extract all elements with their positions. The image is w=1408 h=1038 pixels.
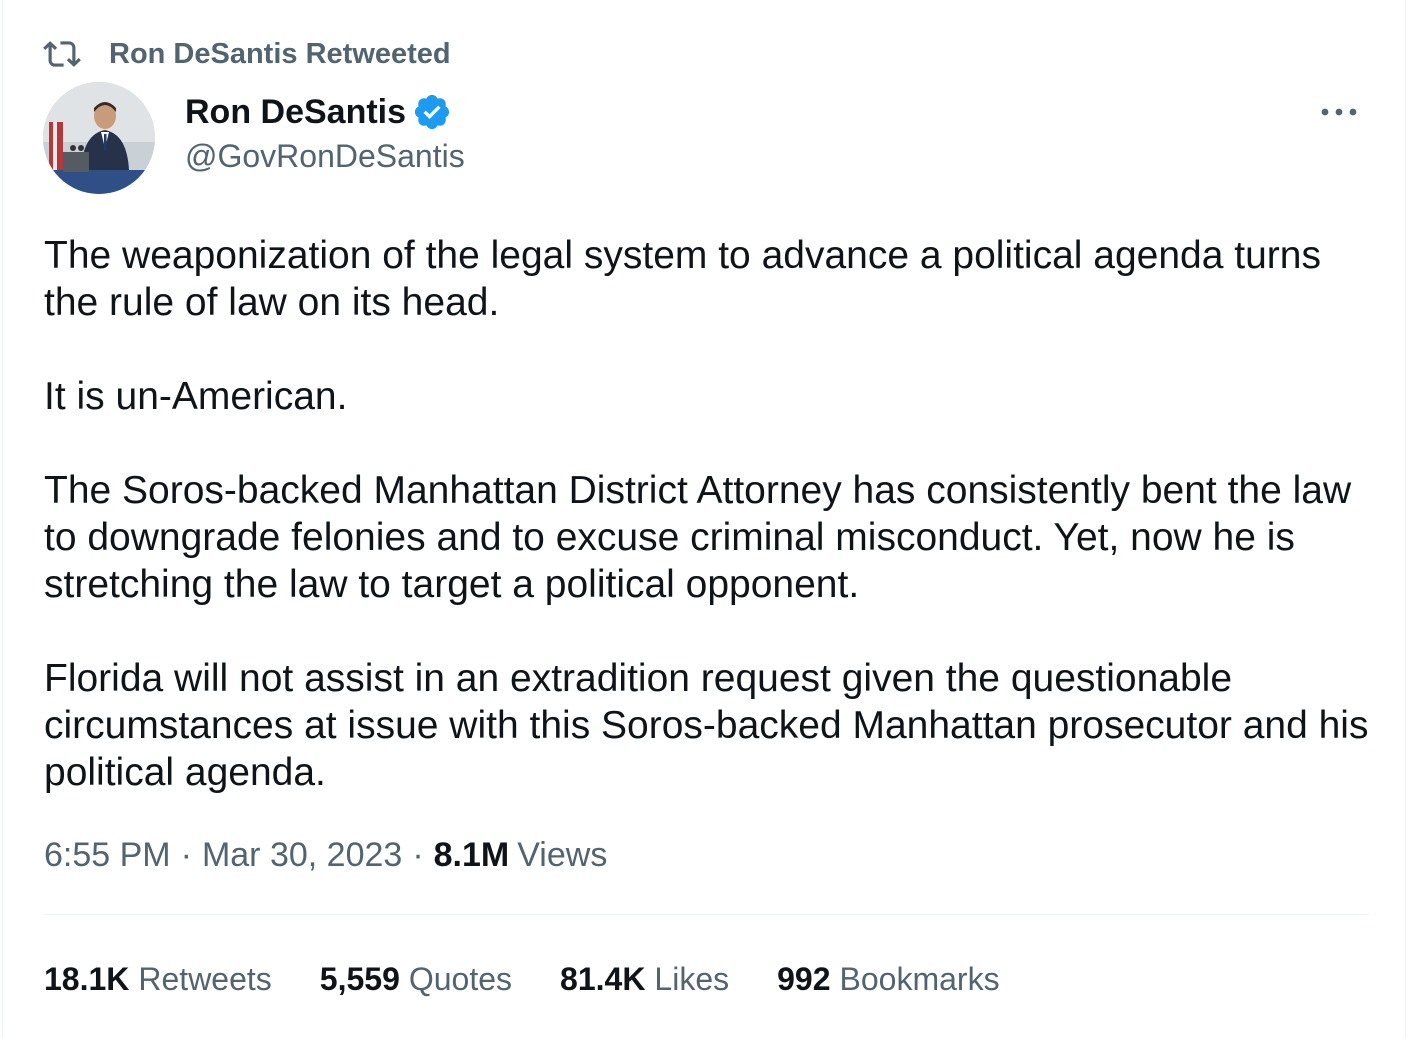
tweet-paragraph: The weaponization of the legal system to… bbox=[44, 234, 1321, 324]
retweets-label: Retweets bbox=[138, 960, 272, 997]
quotes-label: Quotes bbox=[408, 960, 513, 997]
separator-dot: · bbox=[180, 835, 192, 874]
tweet-paragraph: It is un-American. bbox=[44, 375, 348, 418]
likes-stat[interactable]: 81.4K Likes bbox=[560, 961, 729, 998]
tweet-paragraph: The Soros-backed Manhattan District Atto… bbox=[44, 469, 1352, 606]
tweet-paragraph: Florida will not assist in an extraditio… bbox=[44, 657, 1369, 794]
verified-badge-icon bbox=[414, 94, 450, 130]
likes-count: 81.4K bbox=[560, 960, 646, 997]
views-label: Views bbox=[517, 835, 608, 874]
avatar[interactable] bbox=[43, 82, 155, 194]
handle[interactable]: @GovRonDeSantis bbox=[185, 138, 465, 175]
retweets-stat[interactable]: 18.1K Retweets bbox=[44, 961, 272, 998]
likes-label: Likes bbox=[654, 960, 730, 997]
separator-dot: · bbox=[412, 835, 424, 874]
tweet-metadata: 6:55 PM · Mar 30, 2023 · 8.1M Views bbox=[44, 832, 607, 878]
views-count: 8.1M bbox=[433, 835, 510, 874]
divider bbox=[43, 914, 1369, 915]
bookmarks-stat[interactable]: 992 Bookmarks bbox=[777, 961, 999, 998]
more-icon bbox=[1321, 108, 1357, 116]
retweets-count: 18.1K bbox=[44, 960, 130, 997]
more-options-button[interactable] bbox=[1317, 94, 1361, 130]
quotes-count: 5,559 bbox=[319, 960, 400, 997]
bookmarks-count: 992 bbox=[777, 960, 831, 997]
social-context[interactable]: Ron DeSantis Retweeted bbox=[43, 34, 451, 74]
retweet-icon bbox=[43, 41, 81, 67]
tweet-time[interactable]: 6:55 PM bbox=[44, 836, 171, 875]
engagement-stats: 18.1K Retweets 5,559 Quotes 81.4K Likes 992… bbox=[44, 956, 1048, 1002]
tweet-text: The weaponization of the legal system to… bbox=[44, 232, 1384, 796]
display-name[interactable]: Ron DeSantis bbox=[185, 93, 406, 132]
bookmarks-label: Bookmarks bbox=[839, 960, 1000, 997]
author-info[interactable]: Ron DeSantis @GovRonDeSantis bbox=[185, 90, 465, 175]
tweet-card: Ron DeSantis Retweeted Ron DeSantis @Gov… bbox=[2, 0, 1406, 1038]
avatar-photo bbox=[43, 82, 155, 194]
social-context-label: Ron DeSantis Retweeted bbox=[109, 37, 451, 70]
tweet-date[interactable]: Mar 30, 2023 bbox=[202, 836, 402, 875]
quotes-stat[interactable]: 5,559 Quotes bbox=[320, 961, 512, 998]
